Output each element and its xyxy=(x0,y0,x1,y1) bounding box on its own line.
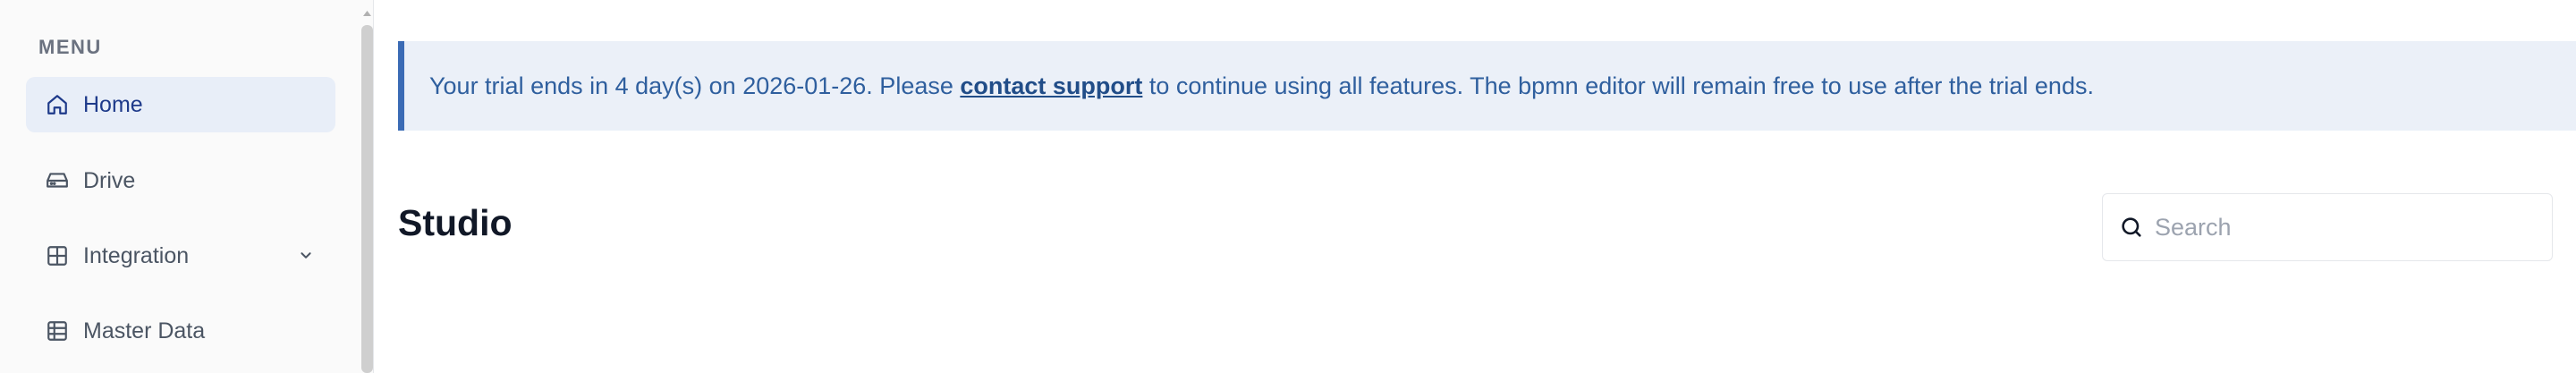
drive-icon xyxy=(44,167,71,194)
home-icon xyxy=(44,91,71,118)
chevron-down-icon[interactable] xyxy=(296,246,316,266)
banner-text-before: Your trial ends in 4 day(s) on 2026-01-2… xyxy=(429,72,961,99)
menu-heading: MENU xyxy=(38,36,102,58)
sidebar: MENU Home Drive Integration Master Data xyxy=(0,0,374,373)
sidebar-item-home[interactable]: Home xyxy=(26,77,335,132)
search-box[interactable] xyxy=(2102,193,2553,261)
page-title: Studio xyxy=(398,202,513,243)
sidebar-item-label: Drive xyxy=(83,167,136,193)
banner-text-after: to continue using all features. The bpmn… xyxy=(1142,72,2094,99)
search-input[interactable] xyxy=(2155,213,2530,242)
sidebar-scrollbar[interactable] xyxy=(361,25,373,373)
sidebar-item-label: Integration xyxy=(83,242,190,268)
table-icon xyxy=(44,318,71,344)
contact-support-link[interactable]: contact support xyxy=(960,72,1142,100)
sidebar-item-label: Home xyxy=(83,91,143,117)
sidebar-item-label: Master Data xyxy=(83,318,206,343)
sidebar-item-master-data[interactable]: Master Data xyxy=(26,303,335,359)
search-icon xyxy=(2119,215,2144,240)
grid-icon xyxy=(44,242,71,269)
trial-banner: Your trial ends in 4 day(s) on 2026-01-2… xyxy=(398,41,2576,131)
scroll-up-arrow-icon[interactable] xyxy=(361,7,373,20)
sidebar-item-drive[interactable]: Drive xyxy=(26,153,335,208)
sidebar-item-integration[interactable]: Integration xyxy=(26,228,335,284)
